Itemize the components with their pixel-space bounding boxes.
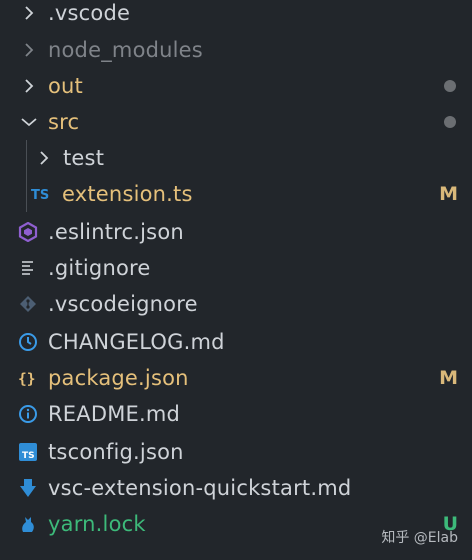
typescript-icon: TS xyxy=(30,177,54,211)
tree-item-node-modules-folder[interactable]: node_modules xyxy=(0,33,472,67)
clock-icon xyxy=(18,325,38,359)
braces-icon: {} xyxy=(18,361,38,395)
tree-item-gitignore[interactable]: .gitignore xyxy=(0,251,472,285)
tree-item-label: test xyxy=(63,146,105,170)
git-status-badge: M xyxy=(439,367,458,389)
tree-item-tsconfig[interactable]: TS tsconfig.json xyxy=(0,435,472,469)
download-arrow-icon xyxy=(18,471,38,505)
chevron-right-icon xyxy=(20,0,38,30)
tree-item-label: package.json xyxy=(48,366,189,390)
tree-item-package-json[interactable]: {} package.json M xyxy=(0,361,472,395)
info-icon xyxy=(18,397,38,431)
tree-item-label: README.md xyxy=(48,402,181,426)
modified-dot-indicator xyxy=(444,116,456,128)
git-diamond-icon xyxy=(18,287,38,321)
tree-item-label: src xyxy=(48,110,80,134)
lines-icon xyxy=(18,251,38,285)
chevron-right-icon xyxy=(35,141,53,175)
eslint-icon xyxy=(18,215,38,249)
file-explorer: .vscode node_modules out src test TS ext… xyxy=(0,0,472,560)
chevron-right-icon xyxy=(20,33,38,67)
chevron-down-icon xyxy=(20,105,38,139)
tree-item-label: .vscodeignore xyxy=(48,292,198,316)
tree-item-label: .eslintrc.json xyxy=(48,220,184,244)
tree-item-readme[interactable]: README.md xyxy=(0,397,472,431)
tree-item-label: .gitignore xyxy=(48,256,151,280)
tree-item-label: extension.ts xyxy=(62,182,193,206)
svg-text:TS: TS xyxy=(22,451,35,461)
tree-item-label: yarn.lock xyxy=(48,512,146,536)
tree-item-vscode-folder[interactable]: .vscode xyxy=(0,0,472,30)
tree-item-label: tsconfig.json xyxy=(48,440,184,464)
tree-item-out-folder[interactable]: out xyxy=(0,69,472,103)
watermark: 知乎 @Elab xyxy=(381,530,458,546)
tree-item-label: .vscode xyxy=(48,1,131,25)
tree-item-vscodeignore[interactable]: .vscodeignore xyxy=(0,287,472,321)
tree-item-extension-ts[interactable]: TS extension.ts M xyxy=(0,177,472,211)
tree-item-eslintrc[interactable]: .eslintrc.json xyxy=(0,215,472,249)
chevron-right-icon xyxy=(20,69,38,103)
tree-item-label: CHANGELOG.md xyxy=(48,330,225,354)
tree-item-quickstart[interactable]: vsc-extension-quickstart.md xyxy=(0,471,472,505)
yarn-cat-icon xyxy=(18,507,38,541)
tree-item-label: vsc-extension-quickstart.md xyxy=(48,476,352,500)
svg-text:{}: {} xyxy=(18,371,36,387)
tree-item-label: node_modules xyxy=(48,38,203,62)
tree-item-src-folder[interactable]: src xyxy=(0,105,472,139)
ts-box-icon: TS xyxy=(18,435,38,469)
git-status-badge: M xyxy=(439,183,458,205)
svg-text:TS: TS xyxy=(31,188,49,203)
tree-item-test-folder[interactable]: test xyxy=(0,141,472,175)
tree-item-label: out xyxy=(48,74,83,98)
tree-item-changelog[interactable]: CHANGELOG.md xyxy=(0,325,472,359)
modified-dot-indicator xyxy=(444,80,456,92)
